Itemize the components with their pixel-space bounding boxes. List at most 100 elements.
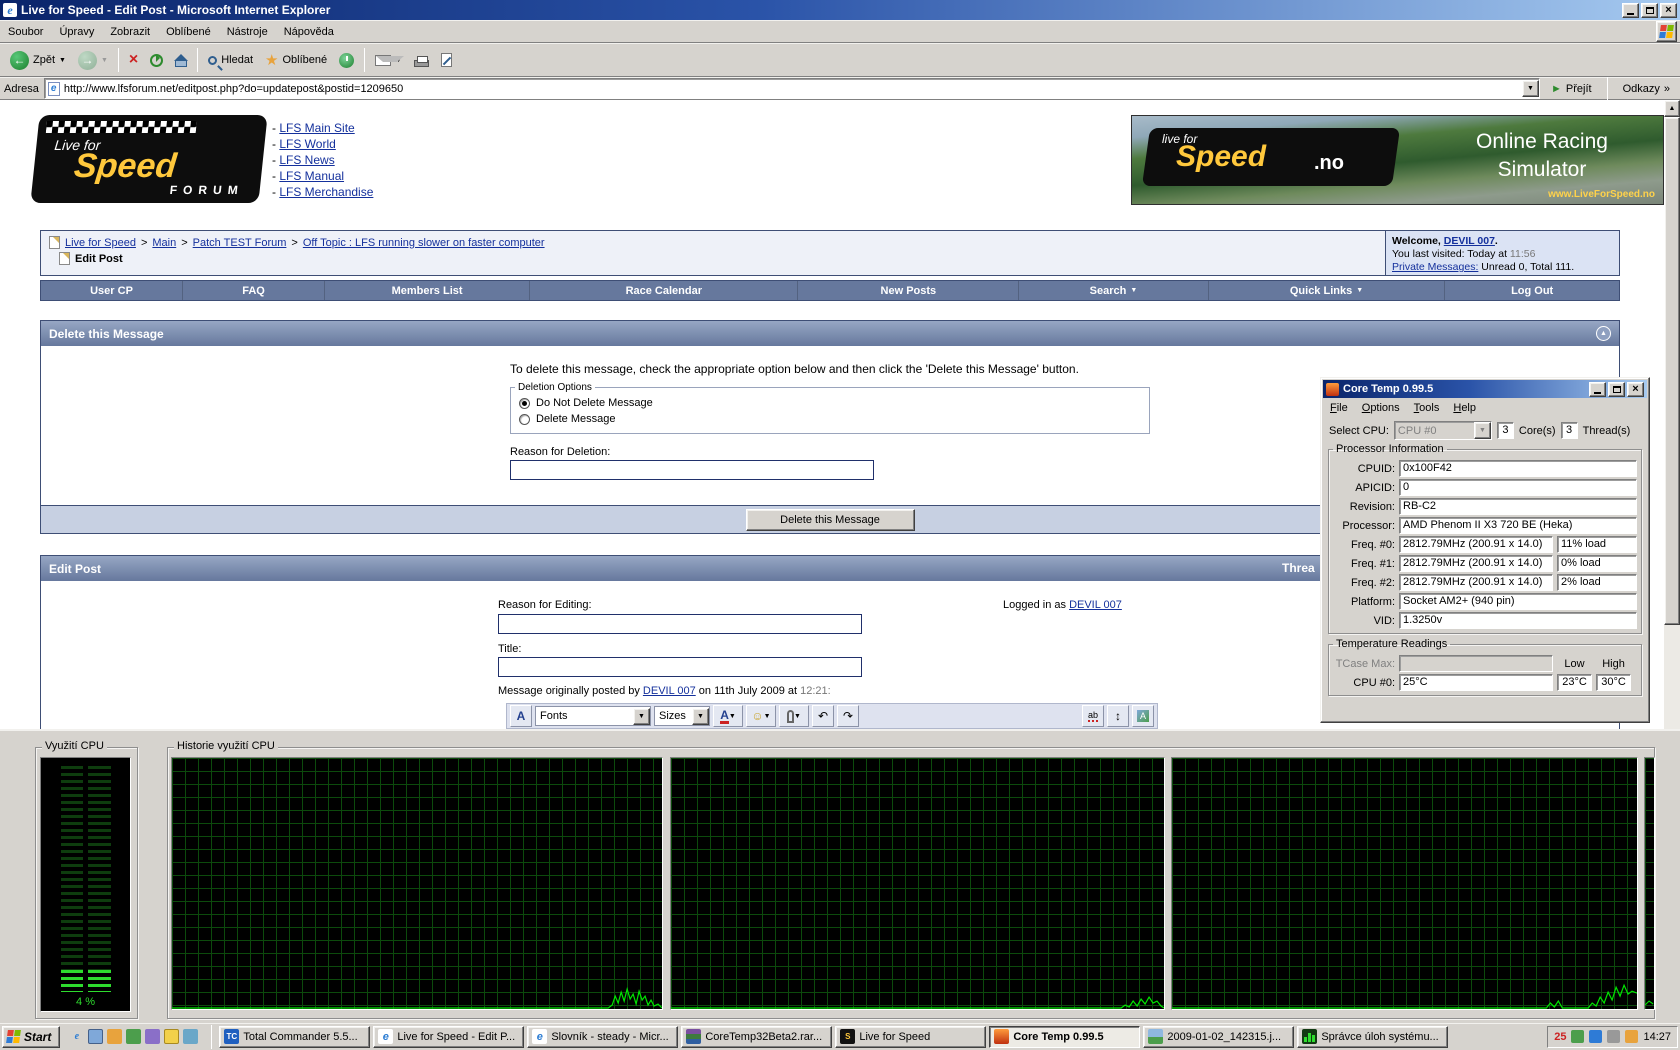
quicklaunch-icon-4[interactable] — [126, 1029, 142, 1044]
smilies-button[interactable]: ☺ ▼ — [746, 705, 776, 727]
nav-members-list[interactable]: Members List — [325, 281, 531, 300]
menu-options[interactable]: Options — [1355, 400, 1407, 416]
private-messages-link[interactable]: Private Messages: — [1392, 261, 1478, 273]
breadcrumb-link-main[interactable]: Main — [152, 237, 176, 249]
breadcrumb-link-thread[interactable]: Off Topic : LFS running slower on faster… — [303, 237, 545, 249]
minimize-button[interactable] — [1589, 381, 1606, 397]
nav-search[interactable]: Search ▼ — [1019, 281, 1209, 300]
username-link[interactable]: DEVIL 007 — [1444, 235, 1495, 247]
font-color-button[interactable]: A ▼ — [713, 705, 743, 727]
scrollbar-up-button[interactable]: ▲ — [1664, 100, 1680, 117]
breadcrumb-link-patch-forum[interactable]: Patch TEST Forum — [193, 237, 287, 249]
nav-log-out[interactable]: Log Out — [1445, 281, 1619, 300]
taskbar-button-coretemp[interactable]: Core Temp 0.99.5 — [989, 1025, 1141, 1048]
coretemp-tray-temp[interactable]: 25 — [1554, 1031, 1566, 1043]
minimize-button[interactable] — [1622, 2, 1639, 18]
start-button[interactable]: Start — [2, 1025, 61, 1048]
nav-quick-links[interactable]: Quick Links ▼ — [1209, 281, 1446, 300]
tray-icon-1[interactable] — [1571, 1030, 1585, 1043]
title-input[interactable] — [498, 657, 862, 677]
quicklaunch-icon-3[interactable] — [107, 1029, 123, 1044]
favorites-button[interactable]: ★ Oblíbené — [259, 50, 333, 71]
forward-button[interactable]: → ▼ — [72, 48, 114, 73]
logged-in-username-link[interactable]: DEVIL 007 — [1069, 599, 1122, 611]
nav-faq[interactable]: FAQ — [183, 281, 326, 300]
refresh-button[interactable] — [144, 51, 169, 70]
quicklaunch-ie-icon[interactable]: e — [69, 1029, 84, 1044]
address-input[interactable] — [63, 80, 1518, 97]
taskbar-button-slovnik[interactable]: e Slovník - steady - Micr... — [527, 1025, 679, 1048]
history-button[interactable] — [333, 50, 360, 71]
taskbar-button-image[interactable]: 2009-01-02_142315.j... — [1143, 1025, 1295, 1048]
edit-button[interactable] — [435, 50, 458, 70]
menu-nastroje[interactable]: Nástroje — [219, 23, 276, 41]
links-button[interactable]: Odkazy » — [1617, 80, 1676, 98]
quicklaunch-icon-7[interactable] — [183, 1029, 199, 1044]
link-lfs-world[interactable]: LFS World — [279, 137, 335, 151]
redo-button[interactable]: ↷ — [837, 705, 859, 727]
menu-napoveda[interactable]: Nápověda — [276, 23, 342, 41]
menu-upravy[interactable]: Úpravy — [51, 23, 102, 41]
nav-race-calendar[interactable]: Race Calendar — [530, 281, 799, 300]
menu-file[interactable]: File — [1323, 400, 1355, 416]
scrollbar-thumb[interactable] — [1664, 117, 1680, 625]
mail-button[interactable]: ▼ — [369, 52, 408, 69]
link-lfs-news[interactable]: LFS News — [279, 153, 334, 167]
address-dropdown-icon[interactable]: ▼ — [1522, 80, 1539, 97]
go-button[interactable]: ► Přejít — [1545, 80, 1598, 98]
delete-message-button[interactable]: Delete this Message — [745, 508, 915, 531]
nav-new-posts[interactable]: New Posts — [798, 281, 1020, 300]
coretemp-titlebar[interactable]: Core Temp 0.99.5 × — [1323, 380, 1647, 398]
maximize-button[interactable] — [1641, 2, 1658, 18]
close-button[interactable]: × — [1660, 2, 1677, 18]
volume-icon[interactable] — [1607, 1030, 1621, 1043]
print-button[interactable] — [408, 51, 435, 70]
breadcrumb-link-forum[interactable]: Live for Speed — [65, 237, 136, 249]
tray-icon-4[interactable] — [1625, 1030, 1639, 1043]
link-lfs-manual[interactable]: LFS Manual — [279, 169, 344, 183]
message-origin-username-link[interactable]: DEVIL 007 — [643, 685, 696, 697]
spellcheck-button[interactable]: ab — [1082, 705, 1104, 727]
reason-editing-input[interactable] — [498, 614, 862, 634]
menu-soubor[interactable]: Soubor — [0, 23, 51, 41]
back-dropdown-icon[interactable]: ▼ — [59, 57, 66, 64]
back-button[interactable]: ← Zpět ▼ — [4, 48, 72, 73]
remove-format-button[interactable]: A — [510, 705, 532, 727]
size-select[interactable]: Sizes ▼ — [654, 706, 710, 726]
editor-mode-button[interactable]: A — [1132, 705, 1154, 727]
tray-icon-2[interactable] — [1589, 1030, 1603, 1043]
reason-deletion-input[interactable] — [510, 460, 874, 480]
search-button[interactable]: Hledat — [202, 51, 259, 69]
link-lfs-main-site[interactable]: LFS Main Site — [279, 121, 354, 135]
taskbar-button-coretemp-rar[interactable]: CoreTemp32Beta2.rar... — [681, 1025, 833, 1048]
home-button[interactable] — [169, 50, 193, 70]
stop-button[interactable]: × — [123, 49, 144, 71]
taskbar-button-totalcmd[interactable]: TC Total Commander 5.5... — [219, 1025, 371, 1048]
quicklaunch-folder-icon[interactable] — [164, 1029, 180, 1044]
quicklaunch-desktop-icon[interactable] — [88, 1029, 104, 1044]
collapse-button[interactable]: ▲ — [1596, 326, 1611, 341]
close-button[interactable]: × — [1627, 381, 1644, 397]
radio-do-not-delete[interactable] — [519, 397, 530, 409]
taskbar-button-taskmgr[interactable]: Správce úloh systému... — [1297, 1025, 1449, 1048]
taskbar-button-lfs[interactable]: S Live for Speed — [835, 1025, 987, 1048]
menu-tools[interactable]: Tools — [1407, 400, 1447, 416]
menu-oblibene[interactable]: Oblíbené — [158, 23, 219, 41]
cpu-select[interactable]: CPU #0 ▼ — [1393, 421, 1492, 440]
radio-delete-message[interactable] — [519, 413, 530, 425]
forward-dropdown-icon[interactable]: ▼ — [101, 57, 108, 64]
quicklaunch-icon-5[interactable] — [145, 1029, 161, 1044]
nav-user-cp[interactable]: User CP — [41, 281, 184, 300]
maximize-button[interactable] — [1608, 381, 1625, 397]
lfs-banner[interactable]: live for Speed .no Online Racing Simulat… — [1131, 115, 1664, 205]
undo-button[interactable]: ↶ — [812, 705, 834, 727]
resize-editor-button[interactable]: ↕ — [1107, 705, 1129, 727]
link-lfs-merchandise[interactable]: LFS Merchandise — [279, 185, 373, 199]
ie-titlebar[interactable]: e Live for Speed - Edit Post - Microsoft… — [0, 0, 1680, 20]
menu-zobrazit[interactable]: Zobrazit — [102, 23, 158, 41]
menu-help[interactable]: Help — [1446, 400, 1483, 416]
attachment-button[interactable]: ▼ — [779, 705, 809, 727]
font-select[interactable]: Fonts ▼ — [535, 706, 651, 726]
address-field[interactable]: ▼ — [43, 78, 1540, 99]
taskbar-button-ie-editpost[interactable]: e Live for Speed - Edit P... — [373, 1025, 525, 1048]
